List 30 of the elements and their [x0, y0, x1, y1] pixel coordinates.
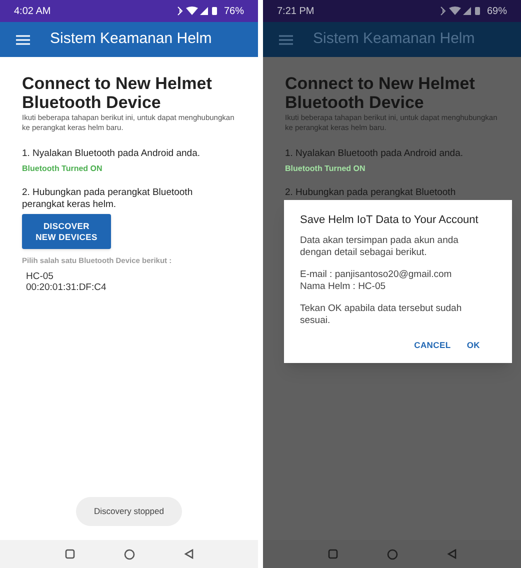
step-text: 1. Nyalakan Bluetooth pada Android anda. — [22, 147, 201, 161]
status-icons-drawing — [438, 6, 483, 16]
status-icons-drawing — [176, 6, 220, 16]
step-text: 2. Hubungkan pada perangkat Bluetooth — [285, 187, 457, 200]
menu-icon[interactable] — [279, 34, 293, 44]
step-text: 2. Hubungkan pada perangkat Bluetooth perangkat keras helm. — [22, 187, 194, 212]
bluetooth-status: Bluetooth Turned ON — [22, 163, 104, 176]
dialog-button[interactable]: OK — [464, 336, 482, 354]
dialog-title: Save Helm IoT Data to Your Account — [300, 213, 480, 228]
step-text: 1. Nyalakan Bluetooth pada Android anda. — [285, 147, 464, 161]
recent-apps-icon[interactable] — [64, 549, 74, 559]
status-time: 4:02 AM — [14, 4, 51, 18]
home-icon[interactable] — [124, 548, 134, 560]
toast-message: Discovery stopped — [76, 497, 182, 526]
page-heading: Connect to New Helmet Bluetooth Device — [285, 74, 476, 112]
dialog-message: Data akan tersimpan pada akun anda dengan detail sebagai berikut. — [300, 234, 460, 258]
discover-button[interactable]: DISCOVER NEW DEVICES — [22, 214, 111, 250]
app-title: Sistem Keamanan Helm — [50, 29, 212, 50]
dialog-button[interactable]: CANCEL — [412, 336, 453, 354]
bluetooth-status: Bluetooth Turned ON — [285, 163, 366, 176]
dialog-note: Tekan OK apabila data tersebut sudah sesuai. — [300, 302, 463, 326]
battery-percent: 76% — [224, 4, 244, 18]
battery-percent: 69% — [486, 4, 507, 18]
device-item[interactable]: HC-05 00:20:01:31:DF:C4 — [22, 270, 236, 292]
status-time: 7:21 PM — [277, 4, 314, 18]
dialog-detail: Nama Helm : HC-05 — [300, 280, 387, 292]
dialog-detail: E-mail : panjisantoso20@gmail.com — [300, 268, 453, 280]
back-icon[interactable] — [184, 549, 194, 559]
app-title: Sistem Keamanan Helm — [313, 29, 475, 50]
page-heading: Connect to New Helmet Bluetooth Device — [22, 74, 213, 112]
